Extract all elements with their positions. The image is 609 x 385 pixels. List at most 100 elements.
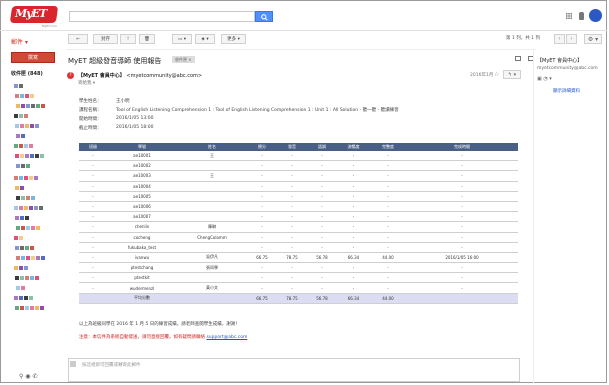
blurred-label-block (15, 246, 19, 250)
right-panel-divider (533, 50, 534, 383)
table-header-row: 班級 學號 姓名 總分 發音 語調 流暢度 完整度 完成時間 (79, 143, 518, 151)
table-cell: 黃小文 (177, 282, 247, 294)
reply-button[interactable]: ↰ ▾ (503, 70, 521, 79)
table-cell: ptestchang (107, 262, 177, 274)
table-row: - ae10001 王 - - - - - - (79, 151, 518, 162)
table-cell: - (370, 170, 406, 182)
blurred-label-block (21, 134, 25, 138)
compose-button[interactable]: 撰寫 (11, 52, 55, 63)
meta-label: 開始時間： (79, 117, 102, 122)
search-input[interactable] (69, 11, 255, 22)
report-spam-button[interactable]: ! (120, 34, 136, 44)
table-cell: - (307, 211, 337, 223)
blurred-label-block (26, 196, 30, 200)
sidebar-bottom-icons[interactable]: ⚲ ◉ ✆ (19, 373, 37, 380)
move-to-button[interactable]: ▭ ▾ (172, 34, 192, 44)
blurred-label-block (25, 94, 29, 98)
table-cell: - (307, 170, 337, 182)
blurred-label-block (15, 186, 19, 190)
header-divider (0, 30, 607, 31)
table-cell: 56.78 (307, 293, 337, 304)
table-cell (177, 181, 247, 192)
mail-menu[interactable]: 郵件 ▾ (11, 37, 28, 46)
table-cell: - (307, 272, 337, 284)
blurred-label-block (26, 256, 30, 260)
apps-grid-icon[interactable] (566, 13, 572, 19)
table-cell: - (79, 191, 107, 202)
table-cell: ChengColomm (177, 232, 247, 243)
bell-icon[interactable] (579, 12, 584, 20)
table-cell: - (337, 181, 370, 192)
blurred-label-block (19, 144, 23, 148)
table-cell: - (277, 282, 307, 294)
blurred-label-block (15, 124, 19, 128)
table-cell: - (370, 191, 406, 202)
blurred-label-block (30, 94, 34, 98)
table-cell: - (79, 262, 107, 274)
table-cell: - (247, 181, 277, 192)
search-button[interactable] (255, 11, 273, 22)
blurred-label-block (25, 154, 29, 158)
blurred-label-block (30, 154, 34, 158)
table-cell: 44.00 (370, 293, 406, 304)
table-cell (177, 201, 247, 213)
more-button[interactable]: 更多 ▾ (221, 34, 246, 44)
app-logo[interactable]: MyET MyET.com (9, 6, 59, 28)
print-icon[interactable] (515, 56, 521, 61)
table-cell: - (370, 221, 406, 233)
table-cell: - (406, 181, 518, 192)
recipient-line[interactable]: 寄給我 ▾ (78, 80, 95, 86)
table-cell: 66.75 (247, 293, 277, 304)
reply-placeholder[interactable]: 按這裡即可回覆或轉寄此郵件 (82, 362, 141, 368)
table-cell (406, 293, 518, 304)
table-cell: - (79, 201, 107, 213)
reply-avatar (70, 361, 76, 367)
table-cell: - (277, 160, 307, 172)
support-email-link[interactable]: support@abc.com (206, 335, 247, 340)
table-cell: - (406, 191, 518, 202)
table-cell: - (307, 201, 337, 213)
star-icon[interactable]: ☆ (494, 71, 499, 78)
inbox-label-tag[interactable]: 收件匣 × (172, 56, 195, 63)
delete-button[interactable]: 🗑 (139, 34, 155, 44)
blurred-label-block (30, 124, 34, 128)
blurred-label-block (14, 176, 18, 180)
blurred-label-block (16, 196, 20, 200)
labels-button[interactable]: ◈ ▾ (195, 34, 215, 44)
table-cell: - (247, 221, 277, 233)
column-header: 總分 (247, 143, 277, 151)
table-cell: - (247, 242, 277, 253)
blurred-label-block (34, 176, 38, 180)
settings-button[interactable]: ⚙ ▾ (584, 34, 602, 44)
table-cell: - (277, 272, 307, 284)
archive-button[interactable]: 封存 (93, 34, 118, 44)
blurred-label-block (19, 84, 23, 88)
table-cell: - (247, 272, 277, 284)
table-row: - ae10005- - - - - - (79, 191, 518, 202)
blurred-label-block (36, 226, 40, 230)
blurred-label-block (41, 256, 45, 260)
meta-value: 2016/1/05 18:00 (116, 125, 154, 130)
table-cell: - (337, 191, 370, 202)
table-cell: - (247, 211, 277, 223)
sidebar-item-inbox[interactable]: 收件匣 (848) (11, 70, 43, 77)
blurred-label-block (31, 104, 35, 108)
blurred-label-block (31, 226, 35, 230)
table-row: - ptestchang 張同學 - - - - - - (79, 262, 518, 274)
prev-page-button[interactable]: ‹ (554, 34, 565, 44)
table-total-row: 平均分數 66.75 78.75 56.78 66.34 44.00 (79, 293, 518, 304)
next-page-button[interactable]: › (566, 34, 577, 44)
avatar[interactable] (589, 9, 602, 22)
show-details-link[interactable]: 顯示詳細資料 (553, 88, 580, 94)
blurred-label-block (15, 216, 19, 220)
blurred-label-block (20, 124, 24, 128)
table-cell: - (79, 282, 107, 294)
sender-line[interactable]: 【MyET 會員中心】 <myetcommunity@abc.com> (78, 72, 202, 79)
table-cell: 66.75 (247, 252, 277, 264)
table-cell: fukubaka_test (107, 242, 177, 253)
contact-action-icons[interactable]: ▣ ◔ ▾ (537, 76, 552, 82)
column-header: 學號 (107, 143, 177, 151)
column-header: 姓名 (177, 143, 247, 151)
back-button[interactable]: ← (68, 34, 88, 44)
contact-email: myetcommunity@abc.com (537, 66, 598, 71)
